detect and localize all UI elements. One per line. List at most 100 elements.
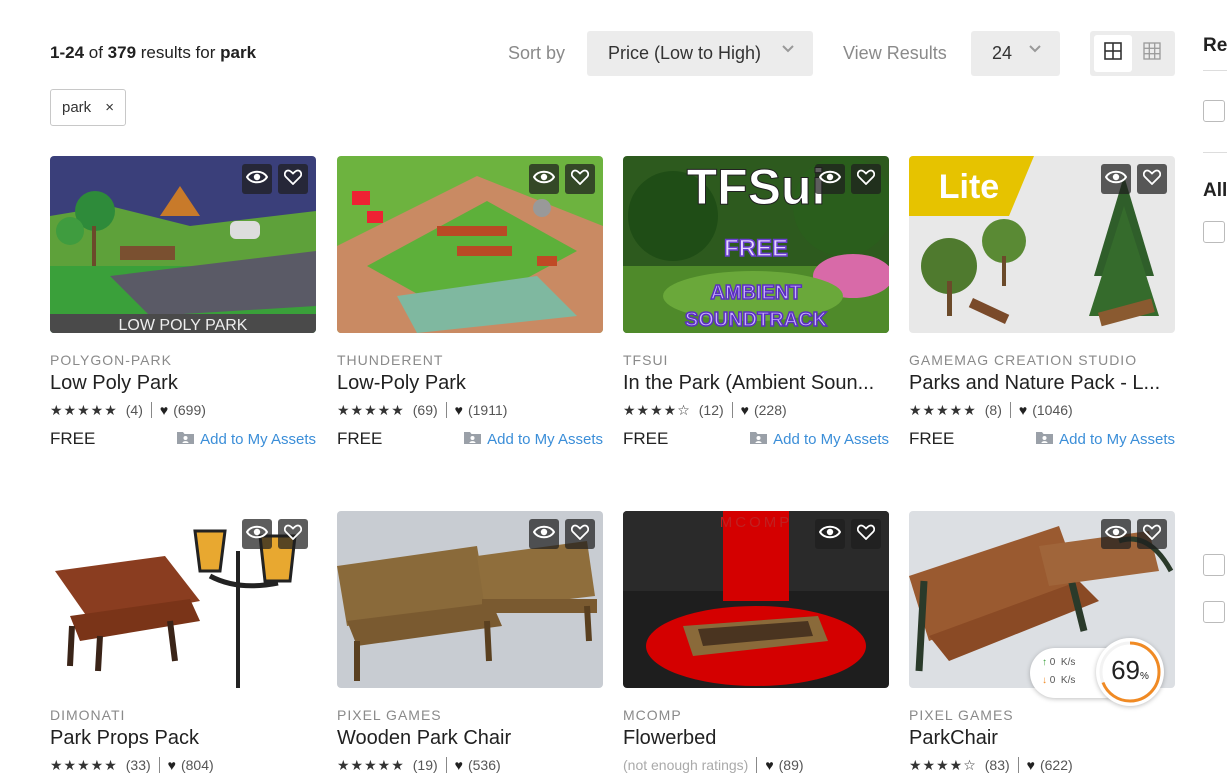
overlay-text: LOW POLY PARK [119, 317, 248, 333]
preview-button[interactable] [242, 164, 272, 194]
product-thumbnail[interactable]: MCOMP [623, 511, 889, 688]
results-toolbar: 1-24 of 379 results for park Sort by Pri… [50, 31, 1227, 76]
star-rating: ★★★★★ [50, 401, 118, 418]
product-title[interactable]: Park Props Pack [50, 727, 316, 750]
eye-icon [1104, 169, 1128, 190]
chevron-down-icon [781, 42, 795, 59]
sort-dropdown[interactable]: Price (Low to High) [587, 31, 813, 76]
results-for-text: results for [136, 43, 221, 62]
rating-row: (not enough ratings) ♥ (89) [623, 756, 889, 774]
product-title[interactable]: ParkChair [909, 727, 1175, 750]
wishlist-button[interactable] [851, 519, 881, 549]
upload-value: 0 [1049, 657, 1056, 668]
view-results-value: 24 [992, 43, 1013, 63]
wishlist-button[interactable] [851, 164, 881, 194]
results-query: park [220, 43, 257, 62]
divider [158, 757, 160, 773]
product-title[interactable]: Low Poly Park [50, 372, 316, 395]
heart-icon [570, 169, 590, 190]
product-title[interactable]: Parks and Nature Pack - L... [909, 372, 1175, 395]
preview-button[interactable] [815, 519, 845, 549]
publisher-name[interactable]: POLYGON-PARK [50, 352, 316, 368]
rating-row: ★★★★★ (33) ♥ (804) [50, 756, 316, 774]
preview-button[interactable] [1101, 164, 1131, 194]
divider [1203, 70, 1227, 71]
filter-checkbox[interactable] [1203, 100, 1225, 122]
upload-unit: K/s [1060, 657, 1076, 668]
chevron-down-icon [1028, 42, 1042, 59]
filter-checkbox[interactable] [1203, 601, 1225, 623]
rating-row: ★★★★☆ (83) ♥ (622) [909, 756, 1175, 774]
results-of-text: of [84, 43, 108, 62]
publisher-name[interactable]: PIXEL GAMES [337, 707, 603, 723]
grid-large-icon [1104, 42, 1122, 65]
star-rating: ★★★★☆ [909, 756, 977, 773]
product-thumbnail[interactable] [50, 511, 316, 688]
preview-button[interactable] [242, 519, 272, 549]
rating-count: (8) [984, 402, 1002, 418]
close-icon[interactable]: × [105, 99, 114, 116]
publisher-name[interactable]: THUNDERENT [337, 352, 603, 368]
add-to-my-assets-button[interactable]: Add to My Assets [177, 431, 316, 448]
product-card[interactable]: DIMONATI Park Props Pack ★★★★★ (33) ♥ (8… [50, 511, 316, 774]
publisher-name[interactable]: MCOMP [623, 707, 889, 723]
publisher-name[interactable]: PIXEL GAMES [909, 707, 1175, 723]
heart-icon: ♥ [765, 757, 774, 773]
wishlist-button[interactable] [565, 164, 595, 194]
divider [1017, 757, 1019, 773]
rating-row: ★★★★★ (8) ♥ (1046) [909, 401, 1175, 419]
publisher-name[interactable]: DIMONATI [50, 707, 316, 723]
product-card[interactable]: PIXEL GAMES Wooden Park Chair ★★★★★ (19)… [337, 511, 603, 774]
product-card[interactable]: MCOMP MCOMP Flowerbed (not enough rating… [623, 511, 889, 774]
eye-icon [818, 524, 842, 545]
publisher-name[interactable]: GAMEMAG CREATION STUDIO [909, 352, 1175, 368]
upload-speed: ↑ 0 K/s [1042, 657, 1075, 668]
rating-count: (4) [125, 402, 143, 418]
add-label: Add to My Assets [200, 430, 316, 448]
speed-monitor-widget[interactable]: ↑ 0 K/s ↓ 0 K/s 69% [1030, 638, 1164, 706]
product-title[interactable]: Flowerbed [623, 727, 889, 750]
wishlist-button[interactable] [565, 519, 595, 549]
usage-gauge: 69% [1096, 638, 1164, 706]
product-thumbnail[interactable]: TFSui FREE AMBIENT SOUNDTRACK [623, 156, 889, 333]
filter-checkbox[interactable] [1203, 554, 1225, 576]
product-thumbnail[interactable]: LOW POLY PARK [50, 156, 316, 333]
product-card[interactable]: Lite GAMEMAG CREATION STUDIO Parks and N… [909, 156, 1175, 449]
my-assets-icon [464, 431, 482, 448]
star-rating: ★★★★★ [909, 401, 977, 418]
product-card[interactable]: TFSui FREE AMBIENT SOUNDTRACK TFSUI In t… [623, 156, 889, 449]
product-card[interactable]: LOW POLY PARK POLYGON-PARK Low Poly Park… [50, 156, 316, 449]
product-title[interactable]: In the Park (Ambient Soun... [623, 372, 889, 395]
preview-button[interactable] [529, 164, 559, 194]
add-to-my-assets-button[interactable]: Add to My Assets [1036, 431, 1175, 448]
preview-button[interactable] [1101, 519, 1131, 549]
product-card[interactable]: THUNDERENT Low-Poly Park ★★★★★ (69) ♥ (1… [337, 156, 603, 449]
add-to-my-assets-button[interactable]: Add to My Assets [750, 431, 889, 448]
wishlist-button[interactable] [1137, 164, 1167, 194]
filter-chip[interactable]: park × [50, 89, 126, 126]
favorite-count: (228) [753, 402, 787, 418]
product-thumbnail[interactable] [337, 511, 603, 688]
filter-sidebar: Re All [1203, 0, 1227, 781]
filter-checkbox[interactable] [1203, 221, 1225, 243]
publisher-name[interactable]: TFSUI [623, 352, 889, 368]
preview-button[interactable] [529, 519, 559, 549]
wishlist-button[interactable] [278, 519, 308, 549]
eye-icon [532, 169, 556, 190]
preview-button[interactable] [815, 164, 845, 194]
product-thumbnail[interactable]: Lite [909, 156, 1175, 333]
overlay-free: FREE [724, 235, 788, 262]
rating-row: ★★★★★ (69) ♥ (1911) [337, 401, 603, 419]
rating-row: ★★★★★ (4) ♥ (699) [50, 401, 316, 419]
product-title[interactable]: Wooden Park Chair [337, 727, 603, 750]
percent-sign: % [1140, 671, 1149, 682]
product-thumbnail[interactable] [337, 156, 603, 333]
view-results-dropdown[interactable]: 24 [971, 31, 1060, 76]
wishlist-button[interactable] [1137, 519, 1167, 549]
wishlist-button[interactable] [278, 164, 308, 194]
grid-small-button[interactable] [1133, 35, 1171, 72]
divider [1009, 402, 1011, 418]
product-title[interactable]: Low-Poly Park [337, 372, 603, 395]
add-to-my-assets-button[interactable]: Add to My Assets [464, 431, 603, 448]
grid-large-button[interactable] [1094, 35, 1132, 72]
